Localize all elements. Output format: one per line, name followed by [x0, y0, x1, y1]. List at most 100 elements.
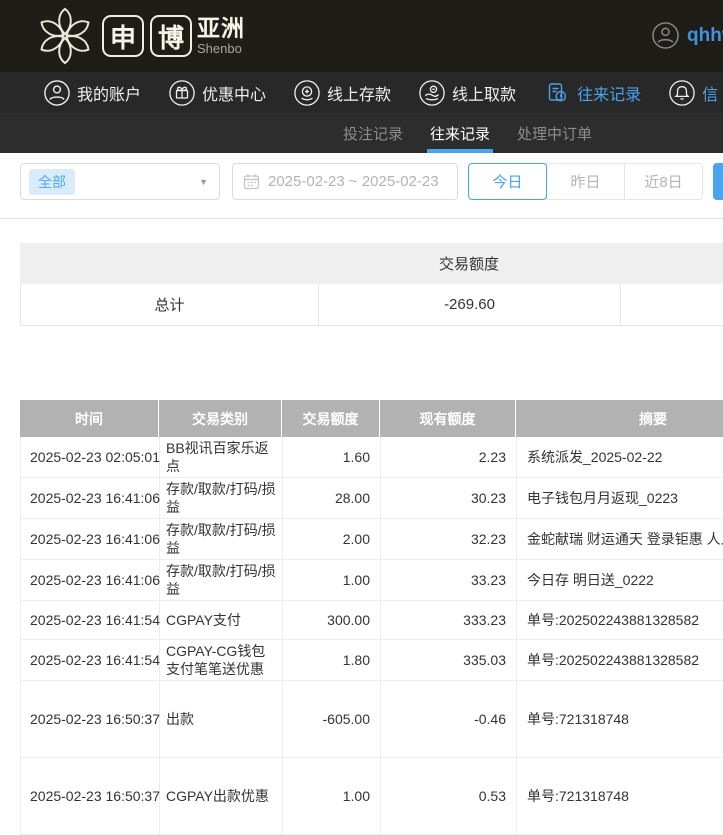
table-row: 2025-02-23 16:41:54CGPAY-CG钱包支付笔笔送优惠1.80…	[21, 640, 723, 681]
table-row: 2025-02-23 02:05:01BB视讯百家乐返点1.602.23系统派发…	[21, 437, 723, 478]
cell-time: 2025-02-23 16:50:37	[21, 681, 160, 757]
cell-amount: 300.00	[283, 601, 381, 639]
nav-item-transaction-records[interactable]: 往来记录	[544, 80, 641, 106]
nav-item-promotions[interactable]: 优惠中心	[169, 80, 266, 106]
cell-time: 2025-02-23 16:41:06	[21, 519, 160, 559]
flower-logo-icon	[34, 5, 96, 67]
summary-total-value: -269.60	[319, 284, 621, 325]
nav-label: 我的账户	[77, 81, 141, 105]
cell-balance: 0.53	[381, 758, 517, 834]
tab-betting-records[interactable]: 投注记录	[343, 113, 403, 153]
logo-region-text: 亚洲	[197, 17, 245, 40]
last-8-days-button[interactable]: 近8日	[624, 163, 703, 200]
type-dropdown[interactable]: 全部 ▼	[20, 163, 220, 200]
cell-balance: -0.46	[381, 681, 517, 757]
cell-summary: 单号:721318748	[517, 681, 723, 757]
nav-item-my-account[interactable]: 我的账户	[44, 80, 141, 106]
cell-summary: 单号:202502243881328582	[517, 640, 723, 680]
summary-total-label: 总计	[21, 284, 319, 325]
cell-time: 2025-02-23 16:50:37	[21, 758, 160, 834]
cell-type: 出款	[160, 681, 283, 757]
cell-time: 2025-02-23 02:05:01	[21, 437, 160, 477]
column-header-amount: 交易额度	[282, 400, 380, 437]
summary-table-row: 总计 -269.60	[20, 284, 723, 326]
cell-time: 2025-02-23 16:41:54	[21, 640, 160, 680]
calendar-icon	[243, 173, 260, 190]
cell-type: CGPAY-CG钱包支付笔笔送优惠	[160, 640, 283, 680]
cell-amount: 1.00	[283, 758, 381, 834]
nav-label: 线上取款	[452, 81, 516, 105]
main-nav: 我的账户 优惠中心 线上存款 线上取款 往来记录	[0, 72, 723, 113]
records-icon	[544, 80, 570, 106]
brand-logo[interactable]: 申 博 亚洲 Shenbo	[34, 5, 245, 67]
cell-summary: 电子钱包月月返现_0223	[517, 478, 723, 518]
cell-time: 2025-02-23 16:41:06	[21, 478, 160, 518]
yesterday-button[interactable]: 昨日	[546, 163, 625, 200]
cell-balance: 333.23	[381, 601, 517, 639]
column-header-summary: 摘要	[516, 400, 723, 437]
cell-amount: -605.00	[283, 681, 381, 757]
user-account[interactable]: qhhw	[652, 22, 723, 49]
summary-table-header: 交易额度	[20, 243, 723, 284]
nav-item-messages[interactable]: 信	[669, 80, 718, 106]
avatar-icon	[652, 22, 679, 49]
date-range-value: 2025-02-23 ~ 2025-02-23	[268, 173, 439, 190]
gift-icon	[169, 80, 195, 106]
table-row: 2025-02-23 16:41:06存款/取款/打码/损益1.0033.23今…	[21, 560, 723, 601]
cell-balance: 335.03	[381, 640, 517, 680]
summary-table: 交易额度 总计 -269.60	[20, 243, 723, 326]
summary-header-label: 交易额度	[318, 253, 620, 274]
person-icon	[44, 80, 70, 106]
column-header-time: 时间	[20, 400, 159, 437]
tab-transaction-records[interactable]: 往来记录	[430, 113, 490, 153]
cell-summary: 金蛇献瑞 财运通天 登录钜惠 人人皆	[517, 519, 723, 559]
logo-subtitle: Shenbo	[197, 42, 245, 55]
cell-amount: 1.80	[283, 640, 381, 680]
cell-type: BB视讯百家乐返点	[160, 437, 283, 477]
quick-date-buttons: 今日 昨日 近8日	[468, 163, 703, 200]
cell-balance: 33.23	[381, 560, 517, 600]
cell-summary: 单号:202502243881328582	[517, 601, 723, 639]
nav-label: 信	[702, 81, 718, 105]
nav-item-deposit[interactable]: 线上存款	[294, 80, 391, 106]
table-row: 2025-02-23 16:41:06存款/取款/打码/损益28.0030.23…	[21, 478, 723, 519]
cell-amount: 1.00	[283, 560, 381, 600]
type-dropdown-value: 全部	[29, 169, 75, 195]
cell-summary: 系统派发_2025-02-22	[517, 437, 723, 477]
cell-time: 2025-02-23 16:41:06	[21, 560, 160, 600]
logo-char-bo: 博	[150, 15, 192, 57]
cell-amount: 2.00	[283, 519, 381, 559]
cell-amount: 1.60	[283, 437, 381, 477]
column-header-balance: 现有额度	[380, 400, 516, 437]
cell-type: 存款/取款/打码/损益	[160, 478, 283, 518]
table-row: 2025-02-23 16:50:37CGPAY出款优惠1.000.53单号:7…	[21, 758, 723, 835]
cell-balance: 32.23	[381, 519, 517, 559]
cell-summary: 今日存 明日送_0222	[517, 560, 723, 600]
today-button[interactable]: 今日	[468, 163, 547, 200]
logo-char-shen: 申	[102, 15, 144, 57]
cell-amount: 28.00	[283, 478, 381, 518]
username[interactable]: qhhw	[687, 25, 723, 47]
table-row: 2025-02-23 16:50:37出款-605.00-0.46单号:7213…	[21, 681, 723, 758]
cell-type: CGPAY出款优惠	[160, 758, 283, 834]
nav-label: 往来记录	[577, 81, 641, 105]
records-table: 时间 交易类别 交易额度 现有额度 摘要 2025-02-23 02:05:01…	[20, 400, 723, 835]
date-range-picker[interactable]: 2025-02-23 ~ 2025-02-23	[232, 163, 458, 200]
tab-pending-orders[interactable]: 处理中订单	[517, 113, 592, 153]
records-table-header: 时间 交易类别 交易额度 现有额度 摘要	[20, 400, 723, 437]
column-header-type: 交易类别	[159, 400, 282, 437]
search-button[interactable]	[713, 163, 723, 200]
records-rows: 2025-02-23 02:05:01BB视讯百家乐返点1.602.23系统派发…	[20, 437, 723, 835]
cell-balance: 2.23	[381, 437, 517, 477]
record-tabs: 投注记录 往来记录 处理中订单	[0, 113, 723, 153]
site-header: 申 博 亚洲 Shenbo qhhw	[0, 0, 723, 72]
nav-label: 优惠中心	[202, 81, 266, 105]
cell-balance: 30.23	[381, 478, 517, 518]
cell-type: 存款/取款/打码/损益	[160, 519, 283, 559]
summary-empty-cell	[621, 284, 723, 325]
table-row: 2025-02-23 16:41:06存款/取款/打码/损益2.0032.23金…	[21, 519, 723, 560]
cell-type: 存款/取款/打码/损益	[160, 560, 283, 600]
nav-item-withdraw[interactable]: 线上取款	[419, 80, 516, 106]
cell-type: CGPAY支付	[160, 601, 283, 639]
chevron-down-icon: ▼	[199, 177, 208, 187]
